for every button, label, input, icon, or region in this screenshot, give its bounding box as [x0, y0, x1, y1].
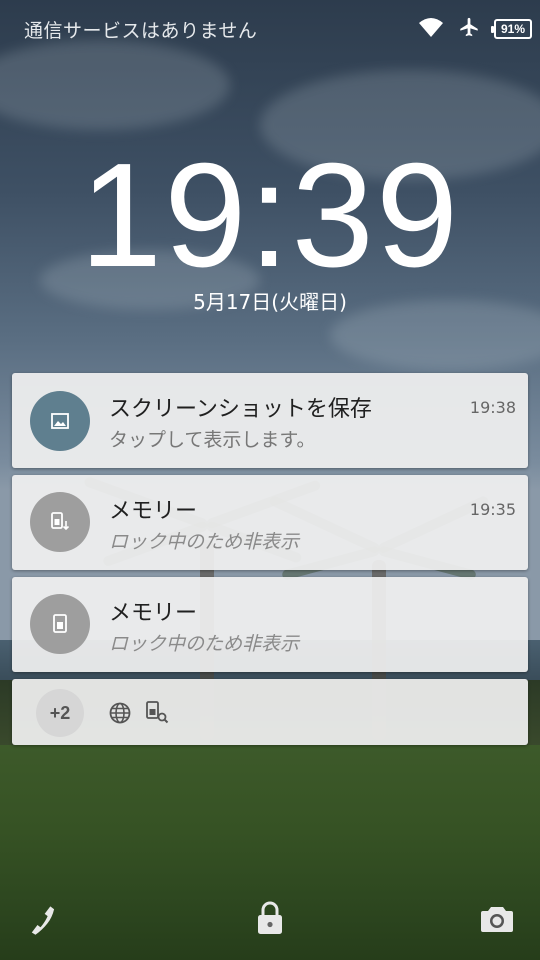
- lockscreen-clock: 19:39: [79, 133, 461, 298]
- notification-time: 19:35: [469, 500, 516, 519]
- battery-percent: 91%: [500, 22, 526, 36]
- camera-icon[interactable]: [480, 904, 514, 938]
- notification-memory-2[interactable]: メモリー ロック中のため非表示: [12, 577, 528, 672]
- notification-title: メモリー: [109, 499, 198, 524]
- lock-icon[interactable]: [256, 900, 284, 940]
- overflow-count-badge: +2: [36, 689, 84, 737]
- status-bar: 通信サービスはありません 91%: [0, 0, 540, 58]
- airplane-icon: [458, 16, 480, 42]
- notification-screenshot[interactable]: スクリーンショットを保存 タップして表示します。 19:38: [12, 373, 528, 468]
- notification-overflow-row[interactable]: +2: [12, 679, 528, 745]
- carrier-status-text: 通信サービスはありません: [24, 20, 258, 42]
- phone-icon[interactable]: [26, 903, 58, 939]
- notification-title: スクリーンショットを保存: [109, 397, 372, 422]
- notification-subtitle: ロック中のため非表示: [109, 633, 300, 655]
- image-icon: [30, 391, 90, 451]
- device-search-icon: [145, 700, 169, 728]
- notification-memory-1[interactable]: メモリー ロック中のため非表示 19:35: [12, 475, 528, 570]
- notification-subtitle: ロック中のため非表示: [109, 531, 300, 553]
- memory-download-icon: [30, 492, 90, 552]
- wifi-icon: [418, 16, 444, 42]
- lockscreen-date: 5月17日(火曜日): [193, 290, 347, 314]
- notification-title: メモリー: [109, 601, 198, 626]
- notification-time: 19:38: [469, 398, 516, 417]
- notification-subtitle: タップして表示します。: [109, 429, 316, 451]
- memory-icon: [30, 594, 90, 654]
- globe-icon: [108, 701, 132, 729]
- battery-icon: 91%: [491, 19, 532, 39]
